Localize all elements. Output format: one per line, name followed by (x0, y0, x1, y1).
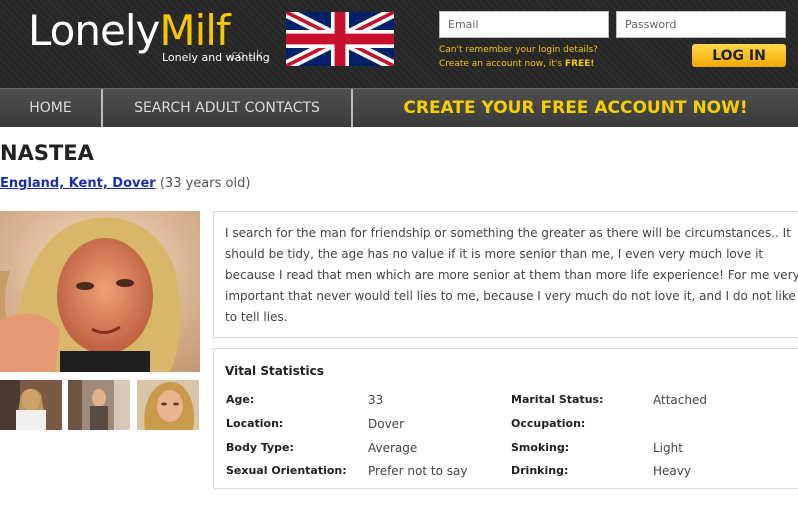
age-label: Age: (226, 393, 255, 406)
create-account-text: Create an account now, it's (439, 59, 565, 69)
site-header: LonelyMilf .co.uk Lonely and wanting Can… (0, 0, 798, 88)
logo-word-lonely: Lonely (28, 6, 160, 55)
union-jack-flag-icon (286, 12, 394, 66)
vital-statistics-title: Vital Statistics (225, 364, 324, 378)
profile-bio: I search for the man for friendship or s… (225, 226, 798, 324)
marital-status-label: Marital Status: (511, 393, 604, 406)
main-nav: HOME SEARCH ADULT CONTACTS CREATE YOUR F… (0, 88, 798, 127)
body-type-label: Body Type: (226, 441, 294, 454)
site-logo[interactable]: LonelyMilf .co.uk (28, 6, 263, 62)
nav-create-account[interactable]: CREATE YOUR FREE ACCOUNT NOW! (353, 89, 798, 127)
smoking-value: Light (653, 441, 683, 455)
location-link[interactable]: England, Kent, Dover (0, 176, 156, 191)
profile-name: NASTEA (0, 141, 94, 165)
sexual-orientation-value: Prefer not to say (368, 464, 468, 478)
body-type-value: Average (368, 441, 418, 455)
forgot-login-link[interactable]: Can't remember your login details? (439, 43, 598, 57)
login-help-links: Can't remember your login details? Creat… (439, 43, 598, 71)
smoking-label: Smoking: (511, 441, 570, 454)
create-account-free: FREE! (564, 59, 595, 69)
password-input[interactable] (616, 11, 786, 38)
location-label: Location: (226, 417, 284, 430)
logo-word-milf: Milf (159, 6, 230, 55)
email-input[interactable] (439, 11, 609, 38)
age-value: 33 (368, 393, 384, 407)
profile-location: England, Kent, Dover (33 years old) (0, 176, 250, 191)
nav-home[interactable]: HOME (0, 89, 101, 127)
site-tagline: Lonely and wanting (162, 51, 270, 64)
profile-thumbnail-photo[interactable] (68, 380, 130, 430)
profile-thumbnail-photo[interactable] (137, 380, 199, 430)
create-account-link[interactable]: Create an account now, it's FREE! (439, 57, 598, 71)
profile-thumbnail-photo[interactable] (0, 380, 62, 430)
nav-search-adult-contacts[interactable]: SEARCH ADULT CONTACTS (103, 89, 351, 127)
marital-status-value: Attached (653, 393, 707, 407)
drinking-value: Heavy (653, 464, 691, 478)
sexual-orientation-label: Sexual Orientation: (226, 464, 347, 477)
profile-age-text: (33 years old) (159, 176, 251, 191)
occupation-label: Occupation: (511, 417, 586, 430)
location-value: Dover (368, 417, 404, 431)
drinking-label: Drinking: (511, 464, 569, 477)
login-button[interactable]: LOG IN (692, 44, 786, 67)
profile-main-photo[interactable] (0, 211, 200, 372)
